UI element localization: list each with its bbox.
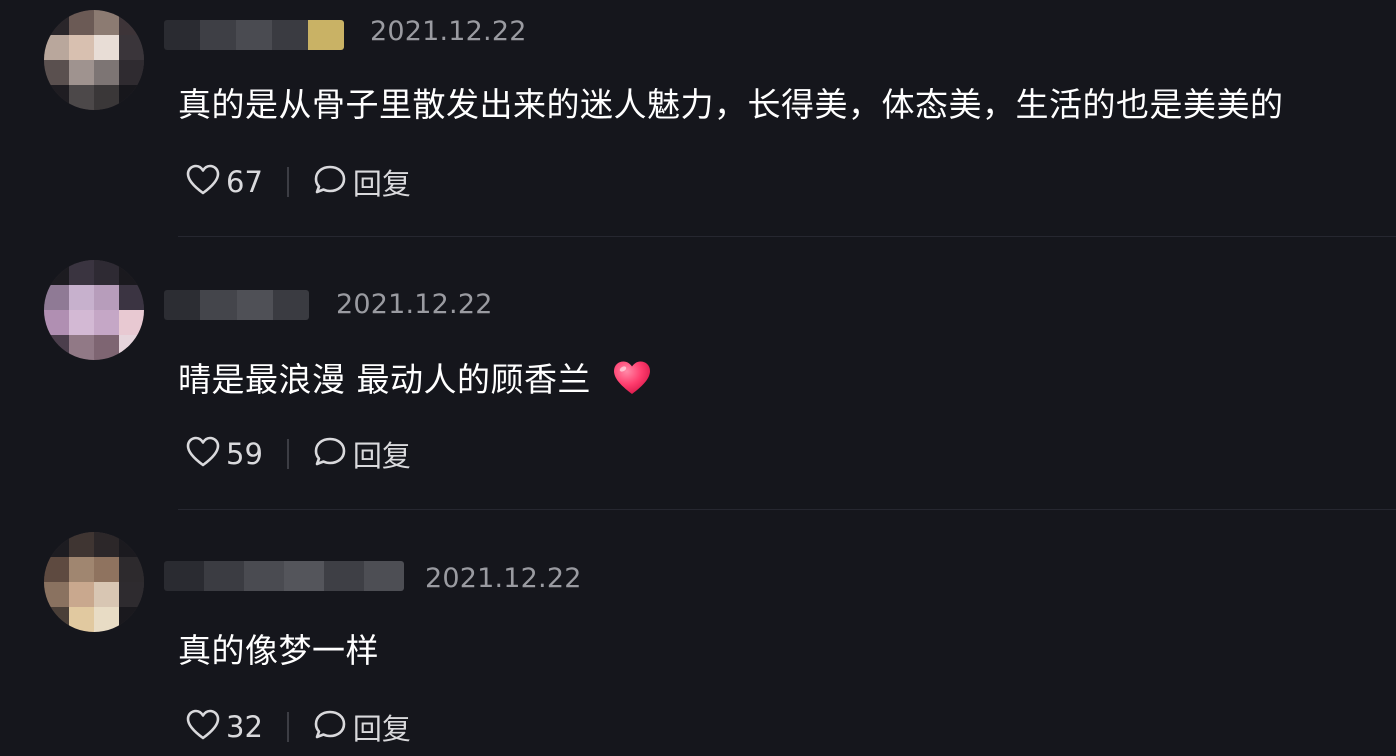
username-blurred[interactable]	[164, 20, 344, 50]
username-blurred[interactable]	[164, 561, 404, 591]
speech-bubble-icon[interactable]	[313, 436, 347, 472]
avatar[interactable]	[44, 10, 144, 110]
like-count: 32	[226, 710, 263, 744]
speech-bubble-icon[interactable]	[313, 709, 347, 745]
comment-item: 2021.12.22 晴是最浪漫 最动人的顾香兰 59 回复	[0, 237, 1396, 509]
avatar-mosaic	[44, 10, 144, 110]
comment-actions: 67 回复	[186, 162, 411, 202]
action-divider	[286, 712, 289, 742]
avatar-mosaic	[44, 532, 144, 632]
comment-date: 2021.12.22	[370, 16, 527, 47]
comment-item: 2021.12.22 真的是从骨子里散发出来的迷人魅力，长得美，体态美，生活的也…	[0, 0, 1396, 236]
heart-outline-icon[interactable]	[186, 164, 220, 200]
comment-actions: 32 回复	[186, 707, 411, 747]
comment-text: 晴是最浪漫 最动人的顾香兰	[178, 353, 652, 404]
like-count: 59	[226, 437, 263, 471]
reply-button[interactable]: 回复	[353, 706, 411, 748]
action-divider	[286, 167, 289, 197]
comment-date: 2021.12.22	[425, 563, 582, 594]
action-divider	[286, 439, 289, 469]
comment-text: 真的像梦一样	[178, 631, 379, 670]
avatar[interactable]	[44, 260, 144, 360]
comment-date: 2021.12.22	[336, 289, 493, 320]
username-blurred[interactable]	[164, 290, 309, 320]
comment-item: 2021.12.22 真的像梦一样 32 回复	[0, 510, 1396, 756]
reply-button[interactable]: 回复	[353, 161, 411, 203]
comment-text-content: 晴是最浪漫 最动人的顾香兰	[178, 360, 591, 399]
reply-button[interactable]: 回复	[353, 433, 411, 475]
comment-actions: 59 回复	[186, 434, 411, 474]
avatar-mosaic	[44, 260, 144, 360]
heart-outline-icon[interactable]	[186, 436, 220, 472]
heart-emoji	[612, 360, 652, 404]
avatar[interactable]	[44, 532, 144, 632]
like-count: 67	[226, 165, 263, 199]
comment-text: 真的是从骨子里散发出来的迷人魅力，长得美，体态美，生活的也是美美的	[178, 85, 1284, 124]
heart-outline-icon[interactable]	[186, 709, 220, 745]
speech-bubble-icon[interactable]	[313, 164, 347, 200]
